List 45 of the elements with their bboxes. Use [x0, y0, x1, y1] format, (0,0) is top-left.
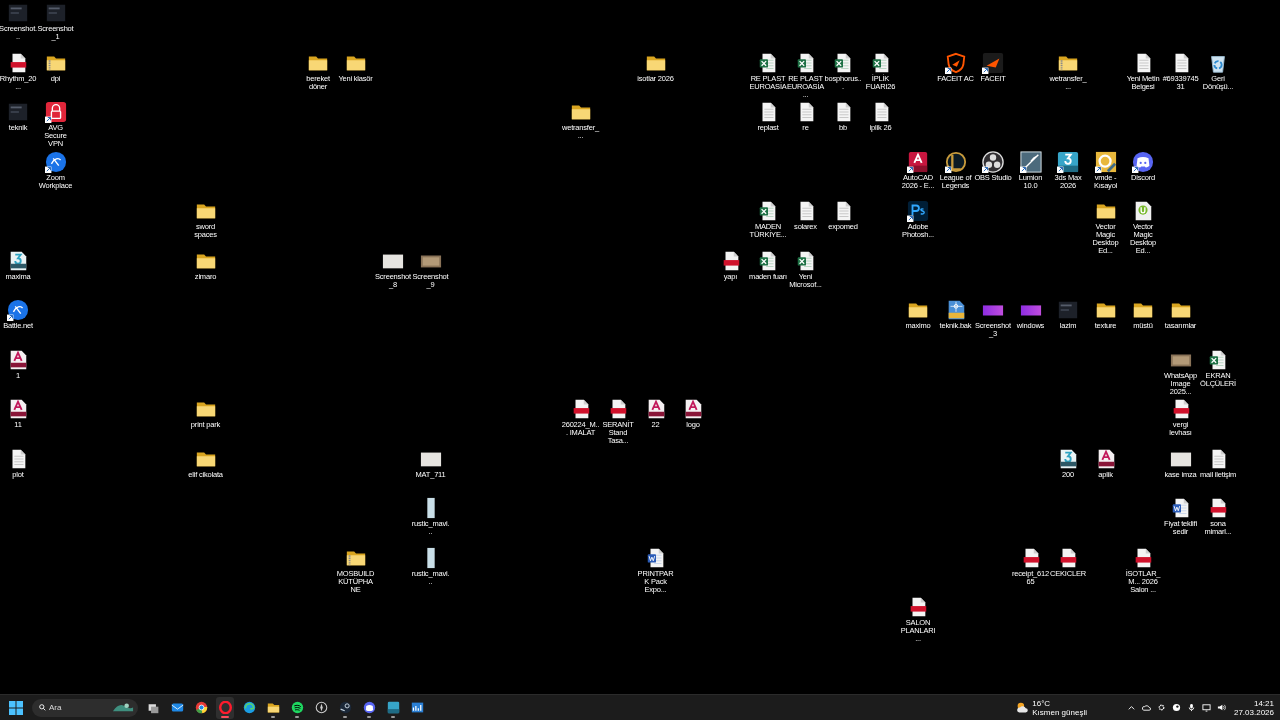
monitor-icon[interactable] — [1201, 703, 1211, 712]
browser-app-icon — [242, 701, 256, 714]
disc-app-icon[interactable] — [982, 150, 1004, 173]
browser-app-icon — [218, 701, 232, 714]
chart-app-icon — [410, 701, 424, 714]
image-thumbnail[interactable] — [7, 101, 29, 123]
max-app-icon[interactable] — [1057, 150, 1079, 173]
round-app-icon[interactable] — [44, 150, 67, 173]
start-icon[interactable] — [8, 699, 24, 716]
image-thumbnail[interactable] — [7, 2, 29, 24]
steam-tray-icon[interactable] — [1171, 703, 1181, 712]
clock-time[interactable]: 14:21 — [1253, 698, 1274, 708]
mail-app-icon — [170, 701, 184, 714]
temperature-text: 16°C — [1032, 698, 1052, 708]
weather-text: Kısmen güneşli — [1032, 707, 1087, 717]
image-editor-app-icon[interactable] — [907, 200, 929, 222]
clock-date[interactable]: 27.03.2026 — [1233, 707, 1274, 717]
task-view-icon — [146, 701, 160, 714]
gear-icon[interactable] — [1156, 703, 1166, 712]
chevron-up-icon[interactable] — [1126, 703, 1136, 712]
vector-app-icon[interactable] — [1094, 150, 1117, 173]
cloud-icon[interactable] — [1141, 703, 1151, 712]
sun-cloud-icon[interactable] — [1016, 701, 1030, 714]
padlock-app-icon[interactable] — [44, 101, 67, 123]
music-app-icon — [290, 701, 304, 714]
max-app-icon — [386, 701, 400, 714]
chat-app-icon[interactable] — [1132, 150, 1154, 173]
image-thumbnail[interactable] — [44, 2, 67, 24]
round-app-icon[interactable] — [7, 299, 29, 321]
leaf-app-icon[interactable] — [1019, 150, 1042, 173]
browser-app-icon — [194, 701, 208, 714]
folder-icon — [266, 701, 280, 714]
speaker-icon[interactable] — [1216, 703, 1226, 712]
search-highlight-drawing — [112, 702, 134, 713]
shield-icon[interactable] — [944, 51, 967, 74]
ring-app-icon[interactable] — [944, 150, 967, 173]
microphone-icon[interactable] — [1186, 703, 1196, 712]
image-thumbnail[interactable] — [1057, 299, 1079, 321]
compass-app-icon — [314, 701, 328, 714]
cad-app-icon[interactable] — [907, 150, 929, 173]
search-field[interactable]: Ara — [32, 698, 138, 717]
arrowhead-app-icon[interactable] — [982, 51, 1004, 74]
search-icon — [39, 704, 46, 711]
chat-app-icon — [362, 701, 376, 714]
steam-app-icon — [338, 701, 352, 714]
